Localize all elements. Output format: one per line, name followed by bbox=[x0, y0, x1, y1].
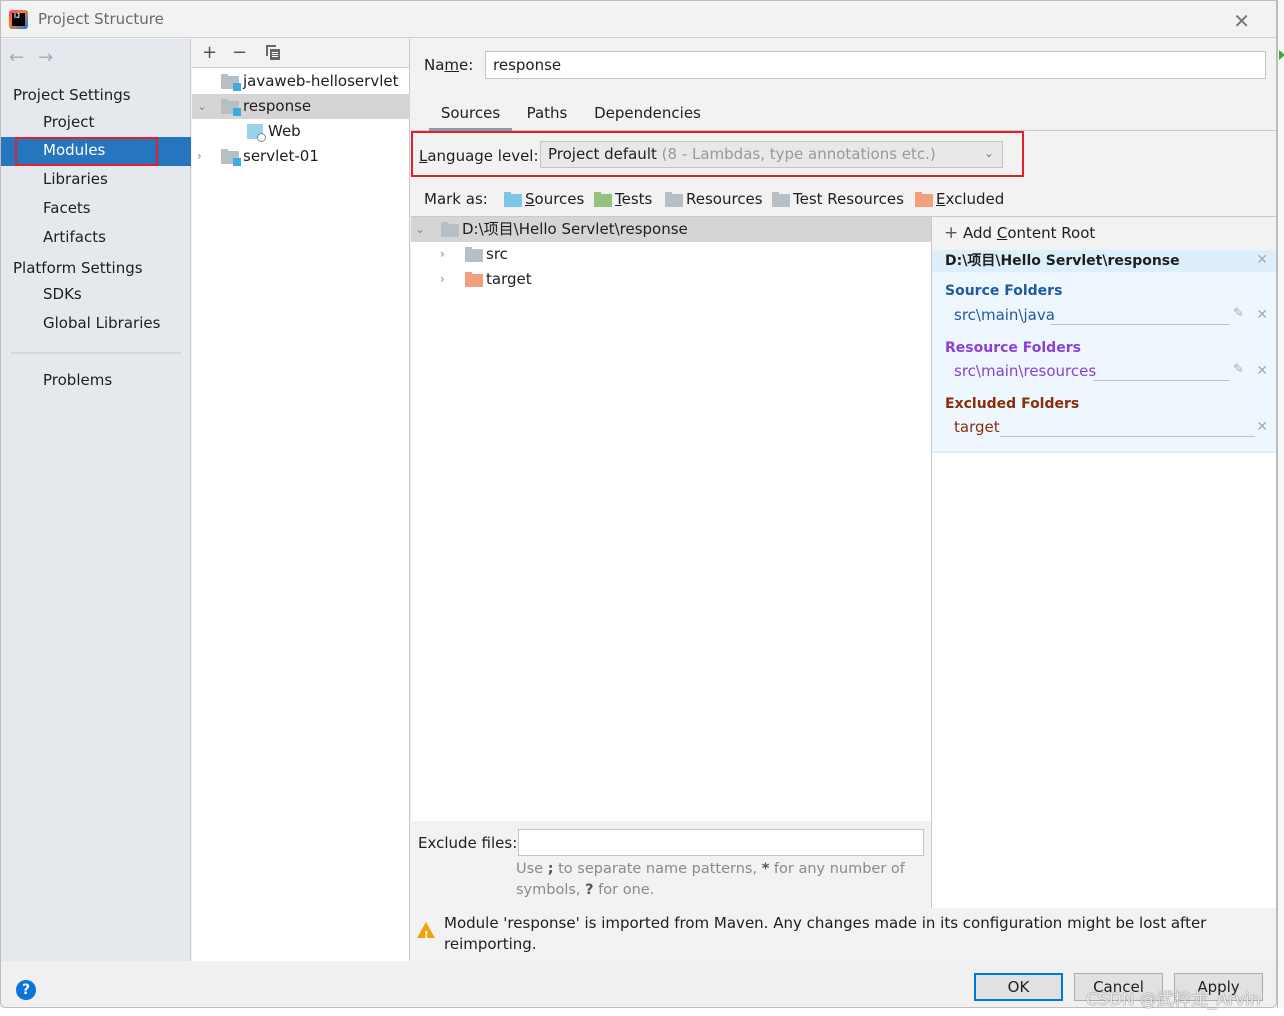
module-folder-icon bbox=[221, 149, 241, 166]
chevron-down-icon[interactable]: ⌄ bbox=[197, 94, 207, 118]
chevron-down-icon[interactable]: ⌄ bbox=[415, 217, 425, 241]
platform-settings-heading: Platform Settings bbox=[13, 259, 143, 277]
edit-icon[interactable]: ✎ bbox=[1233, 306, 1244, 321]
window-title: Project Structure bbox=[38, 10, 164, 28]
plus-icon: + bbox=[944, 223, 959, 243]
resource-folder-path[interactable]: src\main\resources bbox=[954, 362, 1096, 380]
remove-module-button[interactable]: − bbox=[232, 42, 247, 63]
source-folder-path[interactable]: src\main\java bbox=[954, 306, 1055, 324]
content-root-tree: ⌄ D:\项目\Hello Servlet\response › src › t… bbox=[411, 216, 931, 821]
test-resources-folder-icon bbox=[772, 192, 790, 207]
remove-icon[interactable]: ✕ bbox=[1256, 419, 1268, 435]
remove-root-icon[interactable]: ✕ bbox=[1256, 252, 1268, 268]
module-item-javaweb-helloservlet[interactable]: javaweb-helloservlet bbox=[192, 69, 410, 94]
content-root-block: D:\项目\Hello Servlet\response ✕ Source Fo… bbox=[932, 250, 1276, 453]
remove-icon[interactable]: ✕ bbox=[1256, 307, 1268, 323]
module-item-web-facet[interactable]: Web bbox=[192, 119, 410, 144]
project-structure-dialog: IJ Project Structure ✕ ←→ Project Settin… bbox=[0, 0, 1277, 1008]
background-ide-bottom bbox=[0, 1008, 1284, 1016]
edit-icon[interactable]: ✎ bbox=[1233, 362, 1244, 377]
copy-icon[interactable] bbox=[266, 45, 280, 60]
chevron-right-icon[interactable]: › bbox=[440, 242, 445, 266]
module-folder-icon bbox=[221, 99, 241, 116]
maven-warning: ! Module 'response' is imported from Mav… bbox=[417, 913, 1217, 955]
folder-icon bbox=[441, 222, 459, 237]
highlight-box bbox=[15, 137, 158, 166]
chevron-down-icon: ⌄ bbox=[983, 146, 994, 160]
sidebar-divider bbox=[11, 352, 181, 354]
sidebar-item-project[interactable]: Project bbox=[1, 109, 191, 138]
project-settings-heading: Project Settings bbox=[13, 86, 131, 104]
tree-row-root[interactable]: ⌄ D:\项目\Hello Servlet\response bbox=[411, 217, 931, 242]
ok-button[interactable]: OK bbox=[974, 973, 1063, 1001]
arrow-right-icon[interactable]: → bbox=[38, 47, 67, 68]
warning-icon: ! bbox=[417, 922, 435, 941]
excluded-folder-path[interactable]: target bbox=[954, 418, 1000, 436]
mark-as-label: Mark as: bbox=[424, 190, 488, 208]
chevron-right-icon[interactable]: › bbox=[197, 144, 202, 168]
tab-paths[interactable]: Paths bbox=[522, 104, 572, 131]
module-details: Name: Sources Paths Dependencies Languag… bbox=[411, 39, 1276, 961]
title-bar: IJ Project Structure ✕ bbox=[1, 1, 1276, 38]
dialog-footer: ? OK Cancel Apply bbox=[1, 961, 1276, 1007]
cancel-button[interactable]: Cancel bbox=[1074, 973, 1163, 1001]
sidebar-item-facets[interactable]: Facets bbox=[1, 195, 191, 224]
modules-panel: + − javaweb-helloservlet ⌄ response Web … bbox=[192, 39, 410, 961]
language-level-highlight: Language level: Project default (8 - Lam… bbox=[411, 131, 1024, 177]
sources-folder-icon bbox=[504, 192, 522, 207]
sidebar-item-artifacts[interactable]: Artifacts bbox=[1, 224, 191, 253]
tab-dependencies[interactable]: Dependencies bbox=[591, 104, 704, 131]
content-roots-panel: + Add Content Root D:\项目\Hello Servlet\r… bbox=[931, 216, 1276, 908]
remove-icon[interactable]: ✕ bbox=[1256, 363, 1268, 379]
module-folder-icon bbox=[221, 74, 241, 91]
sidebar-item-modules[interactable]: Modules bbox=[1, 137, 191, 166]
apply-button[interactable]: Apply bbox=[1174, 973, 1263, 1001]
chevron-right-icon[interactable]: › bbox=[440, 267, 445, 291]
arrow-left-icon[interactable]: ← bbox=[9, 47, 38, 68]
language-level-dropdown[interactable]: Project default (8 - Lambdas, type annot… bbox=[540, 141, 1003, 168]
module-item-response[interactable]: ⌄ response bbox=[192, 94, 410, 119]
add-content-root-button[interactable]: + Add Content Root bbox=[932, 217, 1276, 250]
resources-folder-icon bbox=[665, 192, 683, 207]
modules-toolbar: + − bbox=[192, 39, 409, 68]
exclude-files-label: Exclude files: bbox=[418, 834, 518, 852]
content-root-path: D:\项目\Hello Servlet\response bbox=[932, 250, 1276, 272]
intellij-logo-icon: IJ bbox=[9, 10, 28, 29]
name-label: Name: bbox=[424, 56, 474, 74]
folder-icon bbox=[465, 247, 483, 262]
add-module-button[interactable]: + bbox=[202, 42, 217, 63]
help-icon[interactable]: ? bbox=[16, 980, 36, 1000]
tree-row-src[interactable]: › src bbox=[411, 242, 931, 267]
module-tabs: Sources Paths Dependencies bbox=[411, 101, 1276, 131]
source-folders-heading: Source Folders bbox=[945, 283, 1063, 299]
run-icon bbox=[1279, 50, 1284, 60]
sidebar-item-global-libraries[interactable]: Global Libraries bbox=[1, 310, 191, 339]
excluded-folder-icon bbox=[915, 192, 933, 207]
excluded-folder-icon bbox=[465, 272, 483, 287]
sidebar-item-libraries[interactable]: Libraries bbox=[1, 166, 191, 195]
exclude-files-hint: Use ; to separate name patterns, * for a… bbox=[516, 861, 905, 898]
tree-row-target[interactable]: › target bbox=[411, 267, 931, 292]
tests-folder-icon bbox=[594, 192, 612, 207]
module-name-input[interactable] bbox=[485, 51, 1266, 79]
excluded-folders-heading: Excluded Folders bbox=[945, 396, 1080, 412]
resource-folders-heading: Resource Folders bbox=[945, 340, 1081, 356]
exclude-files-input[interactable] bbox=[518, 829, 924, 856]
module-item-servlet-01[interactable]: › servlet-01 bbox=[192, 144, 410, 169]
sidebar-item-sdks[interactable]: SDKs bbox=[1, 281, 191, 310]
sidebar: ←→ Project Settings Project Modules Libr… bbox=[1, 39, 191, 961]
background-ide-edge bbox=[1277, 0, 1284, 1016]
sidebar-item-problems[interactable]: Problems bbox=[1, 367, 191, 396]
language-level-label: Language level: bbox=[419, 147, 539, 165]
tab-sources[interactable]: Sources bbox=[429, 104, 512, 131]
close-icon[interactable]: ✕ bbox=[1233, 9, 1250, 33]
web-facet-icon bbox=[247, 124, 266, 142]
